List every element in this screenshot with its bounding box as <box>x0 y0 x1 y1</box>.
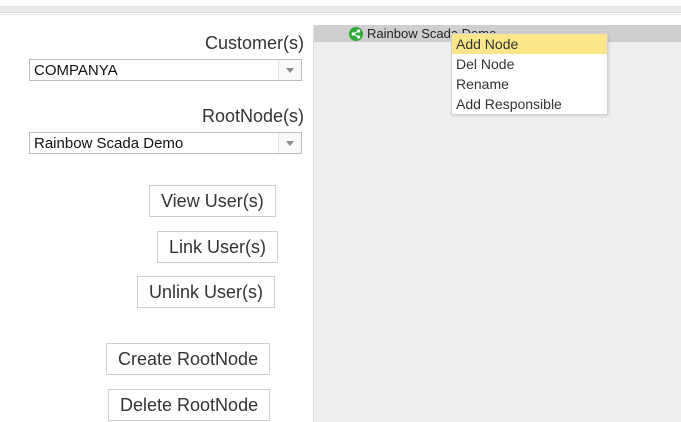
view-users-button[interactable]: View User(s) <box>149 185 276 217</box>
context-menu: Add Node Del Node Rename Add Responsible <box>451 33 608 115</box>
rootnodes-label: RootNode(s) <box>201 106 304 126</box>
chevron-down-icon[interactable] <box>278 60 301 80</box>
create-rootnode-button[interactable]: Create RootNode <box>106 343 271 375</box>
menu-item-add-node[interactable]: Add Node <box>452 34 607 54</box>
menu-item-add-responsible[interactable]: Add Responsible <box>452 94 607 114</box>
unlink-users-button[interactable]: Unlink User(s) <box>137 276 276 308</box>
menu-item-rename[interactable]: Rename <box>452 74 607 94</box>
customers-label: Customer(s) <box>204 33 304 53</box>
share-icon <box>349 26 363 41</box>
customers-select-value: COMPANYA <box>34 62 118 79</box>
menu-item-del-node[interactable]: Del Node <box>452 54 607 74</box>
chevron-down-icon[interactable] <box>278 133 301 153</box>
rootnodes-select-value: Rainbow Scada Demo <box>34 135 184 152</box>
customers-select[interactable]: COMPANYA <box>29 59 302 81</box>
delete-rootnode-button[interactable]: Delete RootNode <box>108 389 271 421</box>
left-panel: Customer(s) COMPANYA RootNode(s) Rainbow… <box>0 0 312 422</box>
rootnodes-select[interactable]: Rainbow Scada Demo <box>29 132 302 154</box>
link-users-button[interactable]: Link User(s) <box>157 231 279 263</box>
